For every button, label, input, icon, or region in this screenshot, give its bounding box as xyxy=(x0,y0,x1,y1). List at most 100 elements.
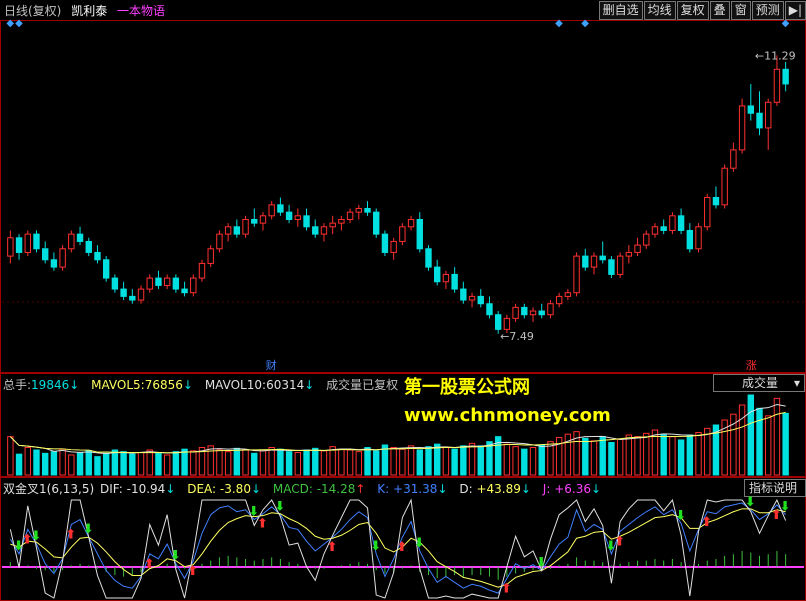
candle-body xyxy=(15,237,23,253)
volume-bar xyxy=(137,452,145,476)
sell-signal-arrow-icon: ⬇ xyxy=(274,500,285,515)
volume-bar xyxy=(547,441,554,476)
candle-body xyxy=(756,112,763,129)
sell-signal-arrow-icon: ⬇ xyxy=(30,529,41,544)
volume-bar xyxy=(303,449,310,476)
buy-signal-arrow-icon: ⬆ xyxy=(327,540,338,555)
volume-bar xyxy=(425,446,432,476)
candle-body xyxy=(24,233,31,253)
candle-body xyxy=(547,303,554,316)
candle-body xyxy=(643,233,650,246)
buy-signal-arrow-icon: ⬆ xyxy=(701,515,712,530)
volume-bar xyxy=(68,454,75,476)
candle-body xyxy=(277,204,284,213)
candle-body xyxy=(634,244,641,253)
candle-body xyxy=(616,255,624,275)
candle-body xyxy=(190,277,197,294)
volume-bar xyxy=(364,447,371,476)
volume-bar xyxy=(782,412,789,476)
volume-bar xyxy=(7,436,14,476)
candle-body xyxy=(346,211,354,220)
candle-body xyxy=(590,255,598,268)
candle-body xyxy=(320,226,328,235)
candle-body xyxy=(338,218,345,224)
volume-bar xyxy=(85,450,92,476)
volume-bar xyxy=(224,451,232,476)
candle-body xyxy=(355,207,363,213)
volume-bar xyxy=(129,453,136,476)
candle-body xyxy=(251,218,258,224)
candle-body xyxy=(137,288,145,301)
buy-signal-arrow-icon: ⬆ xyxy=(396,540,407,555)
volume-bar xyxy=(582,437,589,476)
buy-signal-arrow-icon: ⬆ xyxy=(614,534,625,549)
candle-body xyxy=(172,277,180,290)
candle-body xyxy=(407,218,415,228)
volume-bar xyxy=(120,451,127,476)
candle-body xyxy=(181,288,188,294)
candle-body xyxy=(730,149,737,169)
candle-body xyxy=(494,314,502,330)
volume-bar xyxy=(669,436,676,476)
candle-body xyxy=(7,237,14,257)
finance-marker-icon: 财 xyxy=(266,358,277,372)
volume-bar xyxy=(285,451,293,476)
candle-body xyxy=(433,266,441,283)
candle-body xyxy=(303,215,310,228)
candle-body xyxy=(294,215,302,220)
watermark-title: 第一股票公式网 xyxy=(404,377,530,398)
volume-bar xyxy=(338,448,345,476)
volume-bar xyxy=(738,404,746,476)
candle-body xyxy=(50,259,58,268)
candle-body xyxy=(704,197,711,228)
candle-body xyxy=(442,273,450,283)
volume-bar xyxy=(15,453,23,476)
candle-body xyxy=(381,233,389,253)
volume-bar xyxy=(294,452,302,476)
volume-bar xyxy=(460,445,467,476)
buy-signal-arrow-icon: ⬆ xyxy=(187,564,198,579)
candle-body xyxy=(111,277,119,290)
candle-body xyxy=(677,215,685,231)
volume-bar xyxy=(329,446,336,476)
buy-signal-arrow-icon: ⬆ xyxy=(144,557,155,572)
candle-body xyxy=(285,211,293,220)
candle-body xyxy=(102,259,110,279)
volume-bar xyxy=(207,445,214,476)
volume-bar xyxy=(529,447,537,476)
low-price-label: ←7.49 xyxy=(500,330,534,343)
candle-body xyxy=(468,295,476,301)
volume-bar xyxy=(373,450,380,476)
volume-bar xyxy=(625,434,633,476)
sell-signal-arrow-icon: ⬇ xyxy=(370,539,381,554)
sell-signal-arrow-icon: ⬇ xyxy=(745,495,756,510)
candle-body xyxy=(59,248,66,268)
volume-bar xyxy=(76,452,84,476)
volume-bar xyxy=(599,436,606,476)
stock-chart: ←11.29←7.49◆ ◆ ◆ ◆ ◆财 涨⬇⬆⬇ ⬆ ⬇⬆⬇⬆⬇⬆⬇⬆ ⬇ ⬆ ⬇⬆⬇⬇⬆⬇ ⬆⬇… xyxy=(2,18,804,599)
candle-body xyxy=(512,306,519,319)
candle-body xyxy=(451,273,458,290)
candle-body xyxy=(216,233,223,250)
volume-bar xyxy=(538,444,545,476)
candle-body xyxy=(233,226,241,235)
candle-body xyxy=(503,317,511,330)
volume-bar xyxy=(277,448,284,476)
volume-bar xyxy=(695,432,702,476)
candle-body xyxy=(721,167,728,206)
candle-body xyxy=(268,204,275,217)
candle-body xyxy=(660,226,667,231)
volume-bar xyxy=(765,415,772,476)
sell-signal-arrow-icon: ⬇ xyxy=(170,549,181,564)
diamond-marker-icon: ◆ xyxy=(782,18,790,29)
candle-body xyxy=(242,218,249,235)
volume-bar xyxy=(390,447,397,476)
candle-body xyxy=(538,310,545,316)
sell-signal-arrow-icon: ⬇ xyxy=(536,556,547,571)
candle-body xyxy=(85,240,92,253)
volume-bar xyxy=(616,438,624,476)
candle-body xyxy=(312,226,319,235)
volume-bar xyxy=(33,449,40,476)
volume-bar xyxy=(442,447,450,476)
buy-signal-arrow-icon: ⬆ xyxy=(65,528,76,543)
